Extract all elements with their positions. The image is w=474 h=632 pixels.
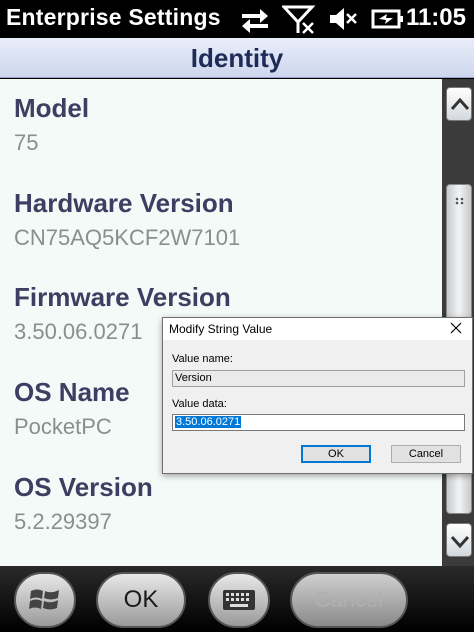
ok-softkey-label: OK [123,586,159,613]
field-label: Hardware Version [14,188,234,218]
field-label: Firmware Version [14,282,231,312]
field-value: 5.2.29397 [14,509,112,534]
field-label: Model [14,93,90,123]
dialog-cancel-button[interactable]: Cancel [391,445,461,463]
grip-icon [455,197,464,205]
field-os-name: OS Name PocketPC [14,377,130,440]
field-value: PocketPC [14,414,112,439]
status-icons [238,4,404,34]
cancel-softkey-button[interactable]: Cancel [290,572,408,628]
page-title: Identity [190,43,284,73]
close-icon[interactable] [448,320,464,336]
field-os-version: OS Version 5.2.29397 [14,472,153,535]
modify-string-value-dialog: Modify String Value Value name: Version … [162,317,473,474]
muted-speaker-icon [330,8,357,30]
value-data-label: Value data: [172,398,227,410]
value-data-selected-text: 3.50.06.0271 [175,416,242,428]
sync-arrows-icon [242,9,268,33]
dialog-title-bar: Modify String Value [163,318,472,340]
field-hardware-version: Hardware Version CN75AQ5KCF2W7101 [14,188,240,251]
status-bar: Enterprise Settings 11:05 [0,0,474,38]
bottom-softkey-bar: OK Cancel [0,566,474,632]
field-label: OS Version [14,472,153,502]
scroll-down-button[interactable] [446,523,472,557]
battery-charging-icon [371,9,403,29]
windows-start-icon [29,589,59,610]
no-signal-icon [282,5,316,34]
dialog-title: Modify String Value [169,322,273,336]
clock-time: 11:05 [405,4,466,31]
field-label: OS Name [14,377,130,407]
value-name-label: Value name: [172,353,233,365]
value-data-input[interactable]: 3.50.06.0271 [172,414,465,431]
field-model: Model 75 [14,93,89,156]
app-title: Enterprise Settings [6,4,221,30]
cancel-softkey-label: Cancel [314,587,384,612]
keyboard-button[interactable] [208,572,270,628]
chevron-up-icon [450,97,470,110]
scroll-up-button[interactable] [446,87,472,121]
ok-softkey-button[interactable]: OK [96,572,186,628]
value-name-field: Version [172,370,465,387]
dialog-ok-button[interactable]: OK [301,445,371,463]
keyboard-icon [223,590,255,610]
start-button[interactable] [14,572,76,628]
page-header: Identity [0,38,474,78]
field-value: CN75AQ5KCF2W7101 [14,225,241,250]
field-value: 75 [14,130,39,155]
chevron-down-icon [450,536,470,549]
